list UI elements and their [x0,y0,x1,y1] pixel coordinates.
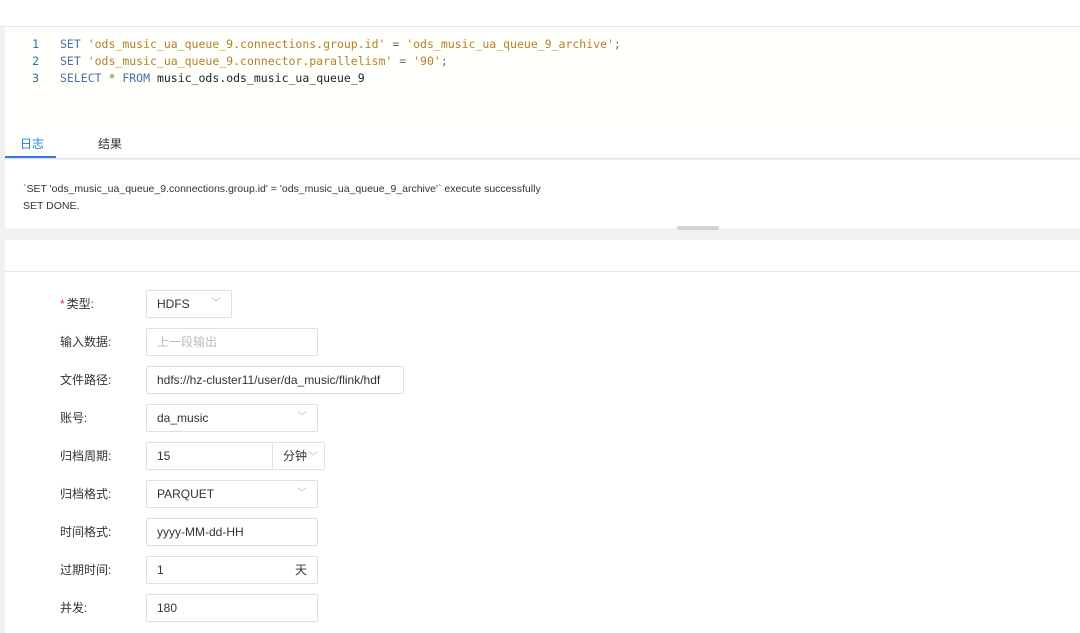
account-select[interactable]: da_music ﹀ [146,404,318,432]
required-mark: * [60,297,65,311]
archive-period-input[interactable]: 15 分钟﹀ [146,442,325,470]
code-line[interactable]: 2 SET 'ods_music_ua_queue_9.connector.par… [5,53,448,70]
account-label: 账号: [60,411,88,425]
resize-handle[interactable] [677,226,719,230]
tab-result[interactable]: 结果 [98,136,122,152]
code-text: SET 'ods_music_ua_queue_9.connections.gr… [60,37,621,51]
expire-time-input[interactable]: 1 天 [146,556,318,584]
log-line: `SET 'ods_music_ua_queue_9.connections.g… [23,183,541,195]
expire-unit-suffix: 天 [294,563,307,577]
type-select[interactable]: HDFS ﹀ [146,290,232,318]
time-format-label: 时间格式: [60,525,112,539]
sql-editor[interactable]: 1 SET 'ods_music_ua_queue_9.connections.g… [5,27,1080,127]
sink-config-form: * 类型: HDFS ﹀ 输入数据: 上一段输出 文件路径: hdfs://hz-… [5,240,1080,633]
concurrency-label: 并发: [60,601,88,615]
concurrency-input[interactable]: 180 [146,594,318,622]
code-text: SELECT * FROM music_ods.ods_music_ua_que… [60,71,365,85]
tab-log[interactable]: 日志 [20,136,44,152]
chevron-down-icon: ﹀ [308,452,318,463]
time-format-input[interactable]: yyyy-MM-dd-HH [146,518,318,546]
top-strip [0,0,1080,27]
type-label: * 类型: [60,297,95,311]
active-tab-indicator [5,156,56,158]
period-unit-select[interactable]: 分钟﹀ [271,443,324,469]
code-line[interactable]: 1 SET 'ods_music_ua_queue_9.connections.g… [5,36,621,53]
code-text: SET 'ods_music_ua_queue_9.connector.para… [60,54,448,68]
archive-period-label: 归档周期: [60,449,112,463]
chevron-down-icon: ﹀ [297,488,307,499]
log-panel: `SET 'ods_music_ua_queue_9.connections.g… [5,160,1080,228]
expire-time-label: 过期时间: [60,563,112,577]
output-tabs: 日志 结果 [5,127,1080,159]
file-path-input[interactable]: hdfs://hz-cluster11/user/da_music/flink/… [146,366,404,394]
form-header [5,240,1080,272]
panel-divider [5,226,1080,240]
chevron-down-icon: ﹀ [211,298,221,309]
archive-format-label: 归档格式: [60,487,112,501]
input-data-field[interactable]: 上一段输出 [146,328,318,356]
input-data-label: 输入数据: [60,335,112,349]
line-number: 2 [32,54,39,68]
code-line[interactable]: 3 SELECT * FROM music_ods.ods_music_ua_qu… [5,70,365,87]
file-path-label: 文件路径: [60,373,112,387]
archive-format-select[interactable]: PARQUET ﹀ [146,480,318,508]
log-line: SET DONE. [23,200,80,212]
line-number: 3 [32,71,39,85]
line-number: 1 [32,37,39,51]
chevron-down-icon: ﹀ [297,412,307,423]
